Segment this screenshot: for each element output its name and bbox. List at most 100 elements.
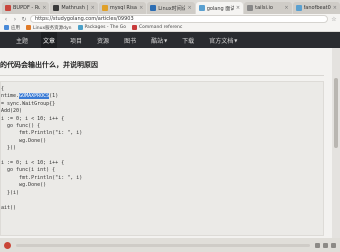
tab-favicon-icon xyxy=(295,5,302,11)
code-line: { xyxy=(1,86,5,92)
code-line: }(i) xyxy=(1,189,20,196)
nav-item[interactable]: 主题 xyxy=(14,32,30,48)
tab-label: Linux时间设置 xyxy=(158,5,186,12)
nav-item-label: 酷站 xyxy=(151,37,164,45)
nav-item-label: 项目 xyxy=(70,37,83,45)
browser-tab[interactable]: Linux时间设置× xyxy=(147,2,195,14)
tab-favicon-icon xyxy=(150,5,157,11)
tab-close-icon[interactable]: × xyxy=(42,5,46,11)
tray-icon[interactable] xyxy=(315,242,320,248)
code-line: wg.Done() xyxy=(1,182,47,189)
code-token: (1) xyxy=(49,93,59,100)
tab-label: fanofbeat00 xyxy=(303,5,331,11)
tab-label: tailsi.io xyxy=(255,5,273,11)
bookmark-icon xyxy=(4,25,9,30)
tab-favicon-icon xyxy=(5,5,11,11)
tab-favicon-icon xyxy=(198,5,205,11)
code-block: {ntime.GOMAXPROCS(1) = sync.WaitGroup{} Ad… xyxy=(0,81,324,236)
nav-item[interactable]: 项目 xyxy=(68,32,84,48)
back-icon[interactable]: ‹ xyxy=(3,16,9,23)
chevron-down-icon: ▼ xyxy=(164,37,168,43)
nav-item[interactable]: 官方文档 ▼ xyxy=(207,32,239,48)
tray-icons xyxy=(315,242,336,248)
code-line: ntime.GOMAXPROCS(1) xyxy=(1,93,82,100)
status-track xyxy=(16,243,310,247)
tab-label: Mathrush | Lu xyxy=(61,5,89,11)
bookmark-label: Packages - The Go xyxy=(84,25,127,30)
tab-favicon-icon xyxy=(53,5,60,11)
tab-close-icon[interactable]: × xyxy=(187,5,191,11)
nav-item-label: 文章 xyxy=(43,37,56,45)
code-line: go func() { xyxy=(1,123,41,130)
forward-icon[interactable]: › xyxy=(12,16,18,23)
nav-item[interactable]: 酷站 ▼ xyxy=(149,32,169,48)
reload-icon[interactable]: ↻ xyxy=(21,16,27,23)
page-scrollbar[interactable] xyxy=(332,48,340,238)
bookmark-label: 应用 xyxy=(11,25,20,31)
browser-tab[interactable]: tailsi.io × xyxy=(244,2,292,14)
code-line: fmt.Println("i: ", i) xyxy=(1,130,83,137)
scrollbar-thumb[interactable] xyxy=(334,78,338,148)
bookmark-icon xyxy=(132,25,138,30)
code-line: Add(20) xyxy=(1,108,23,115)
code-line: = sync.WaitGroup{} xyxy=(1,100,56,107)
nav-item-label: 官方文档 xyxy=(209,37,234,45)
browser-tab[interactable]: fanofbeat00× xyxy=(292,2,340,14)
code-line: ait() xyxy=(1,204,17,211)
tab-close-icon[interactable]: × xyxy=(333,5,337,11)
code-token: ntime. xyxy=(1,93,20,100)
site-nav: 主题 文章 项目 资源 图书 酷站 ▼ 下载 官方文档 ▼ xyxy=(0,32,340,48)
nav-item-label: 下载 xyxy=(182,37,195,45)
code-line: i := 0; i < 10; i++ { xyxy=(1,160,65,167)
code-text[interactable]: {ntime.GOMAXPROCS(1) = sync.WaitGroup{} Ad… xyxy=(1,86,82,212)
tab-favicon-icon xyxy=(247,5,254,11)
selected-text: GOMAXPROCS xyxy=(19,93,50,100)
article: 的代码会输出什么，并说明原因 {ntime.GOMAXPROCS(1) = syn… xyxy=(0,48,340,238)
bookmark-item[interactable]: Command referenc xyxy=(132,25,182,30)
url-input[interactable]: https://studygolang.com/articles/09903 xyxy=(30,15,328,23)
code-line: wg.Done() xyxy=(1,137,47,144)
code-line: fmt.Println("i: ", i) xyxy=(1,174,83,181)
tab-label: mysql Risa xyxy=(109,5,137,11)
tab-close-icon[interactable]: × xyxy=(236,5,240,11)
tab-close-icon[interactable]: × xyxy=(284,5,288,11)
os-status-bar xyxy=(0,238,340,252)
bookmarks-bar: 应用 Linux服务资源dyn Packages - The Go Command r… xyxy=(0,24,340,32)
tab-favicon-icon xyxy=(101,5,108,11)
article-heading: 的代码会输出什么，并说明原因 xyxy=(0,61,98,69)
browser-tab[interactable]: golang 面试题× xyxy=(195,2,244,14)
tab-label: BUPDF - Rusti xyxy=(13,5,41,11)
bookmark-icon xyxy=(77,25,83,30)
browser-tab-strip: BUPDF - Rusti×Mathrush | Lu×mysql Risa×L… xyxy=(0,0,340,14)
tray-icon[interactable] xyxy=(331,242,336,248)
nav-item-label: 主题 xyxy=(16,37,29,45)
browser-tab[interactable]: mysql Risa × xyxy=(98,2,147,14)
heading-divider xyxy=(0,75,324,76)
app-icon[interactable] xyxy=(4,241,11,249)
bookmark-label: Command referenc xyxy=(139,25,183,30)
code-line: i := 0; i < 10; i++ { xyxy=(1,115,65,122)
bookmark-item[interactable]: Linux服务资源dyn xyxy=(26,25,72,31)
bookmark-item[interactable]: 应用 xyxy=(4,25,20,31)
nav-item[interactable]: 下载 xyxy=(180,32,196,48)
tray-icon[interactable] xyxy=(323,242,328,248)
code-line: go func(i int) { xyxy=(1,167,56,174)
code-line: }() xyxy=(1,145,17,152)
chevron-down-icon: ▼ xyxy=(234,37,238,43)
tab-close-icon[interactable]: × xyxy=(91,5,95,11)
nav-item[interactable]: 图书 xyxy=(122,32,138,48)
nav-item-label: 图书 xyxy=(124,37,137,45)
bookmark-star-icon[interactable]: ☆ xyxy=(331,16,337,23)
nav-item[interactable]: 资源 xyxy=(95,32,111,48)
bookmark-label: Linux服务资源dyn xyxy=(33,25,72,31)
bookmark-icon xyxy=(26,25,31,30)
bookmark-item[interactable]: Packages - The Go xyxy=(77,25,127,30)
tab-label: golang 面试题 xyxy=(206,5,234,12)
nav-item[interactable]: 文章 xyxy=(41,32,58,48)
browser-tab[interactable]: Mathrush | Lu× xyxy=(50,2,98,14)
browser-tab[interactable]: BUPDF - Rusti× xyxy=(2,2,50,14)
nav-item-label: 资源 xyxy=(97,37,110,45)
tab-close-icon[interactable]: × xyxy=(139,5,143,11)
